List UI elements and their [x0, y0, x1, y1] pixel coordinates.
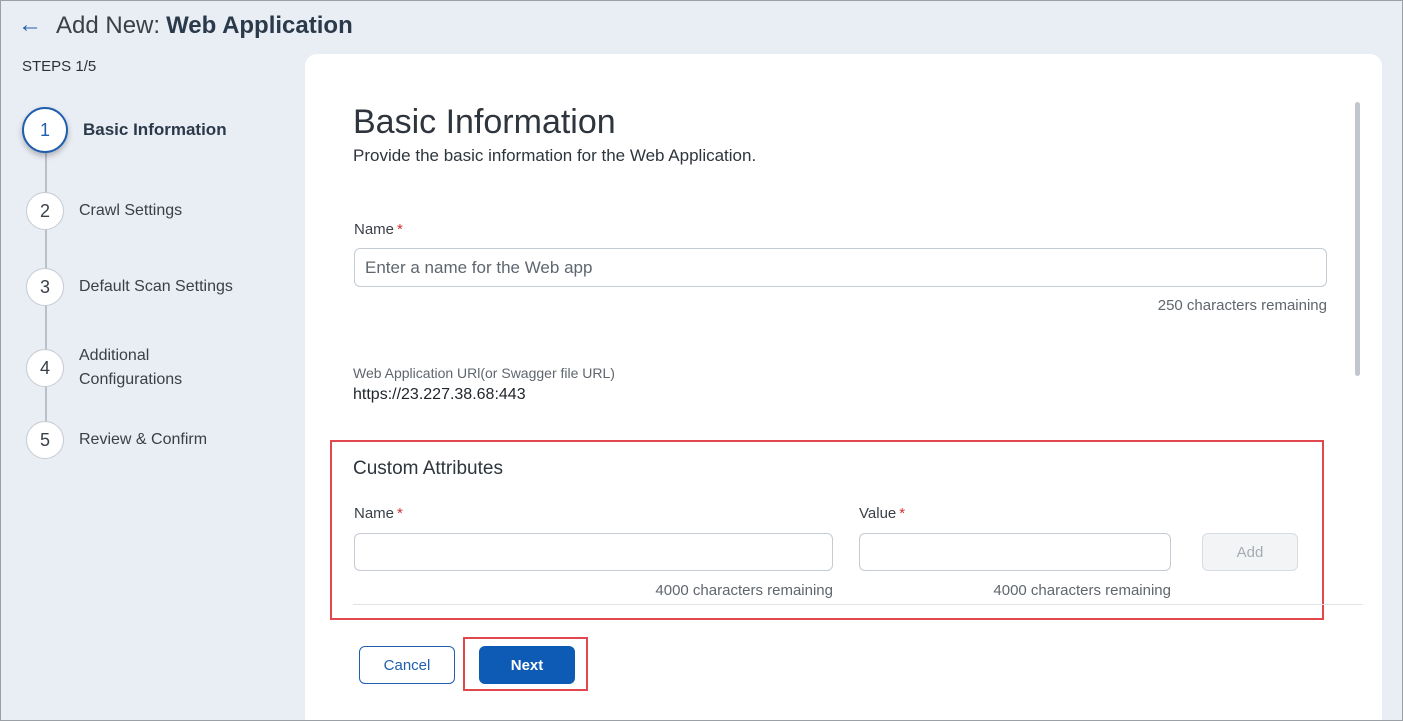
page-title-prefix: Add New:	[56, 12, 161, 39]
step-review-confirm[interactable]: 5 Review & Confirm	[26, 421, 207, 459]
scrollbar[interactable]	[1355, 102, 1360, 376]
step-number: 5	[26, 421, 64, 459]
url-value: https://23.227.38.68:443	[353, 386, 526, 403]
name-input[interactable]	[354, 248, 1327, 287]
attribute-value-input[interactable]	[859, 533, 1171, 571]
step-crawl-settings[interactable]: 2 Crawl Settings	[26, 192, 182, 230]
name-char-counter: 250 characters remaining	[1157, 297, 1327, 314]
name-label-text: Name	[354, 221, 395, 238]
section-title: Basic Information	[353, 103, 616, 141]
required-mark: *	[397, 221, 403, 238]
back-arrow-icon[interactable]: ←	[18, 10, 46, 40]
footer-divider	[353, 604, 1363, 605]
attribute-name-char-counter: 4000 characters remaining	[655, 582, 833, 599]
attribute-value-label: Value *	[859, 505, 905, 522]
step-number: 3	[26, 268, 64, 306]
steps-counter: STEPS 1/5	[22, 58, 97, 75]
attribute-name-label-text: Name	[354, 505, 395, 522]
page-title-entity: Web Application	[166, 12, 353, 39]
step-basic-information[interactable]: 1 Basic Information	[22, 107, 227, 153]
section-subtitle: Provide the basic information for the We…	[353, 146, 757, 165]
step-label: Additional Configurations	[79, 347, 183, 388]
required-mark: *	[899, 505, 906, 522]
url-label: Web Application URl(or Swagger file URL)	[353, 365, 615, 381]
attribute-name-label: Name *	[354, 505, 403, 522]
attribute-value-label-text: Value	[859, 505, 897, 522]
step-label: Basic Information	[83, 120, 227, 139]
required-mark: *	[397, 505, 403, 522]
page-title: Add New: Web Application	[56, 12, 353, 40]
add-attribute-button[interactable]: Add	[1202, 533, 1298, 571]
step-number: 2	[26, 192, 64, 230]
custom-attributes-title: Custom Attributes	[353, 458, 503, 479]
step-label: Crawl Settings	[79, 202, 183, 219]
step-additional-configurations[interactable]: 4 Additional Configurations	[26, 344, 209, 392]
cancel-button[interactable]: Cancel	[359, 646, 455, 684]
name-field-label: Name *	[354, 221, 403, 238]
step-default-scan-settings[interactable]: 3 Default Scan Settings	[26, 268, 233, 306]
step-number: 1	[22, 107, 68, 153]
attribute-value-char-counter: 4000 characters remaining	[993, 582, 1171, 599]
step-number: 4	[26, 349, 64, 387]
next-button[interactable]: Next	[479, 646, 575, 684]
attribute-name-input[interactable]	[354, 533, 833, 571]
step-label: Review & Confirm	[79, 431, 208, 448]
step-label: Default Scan Settings	[79, 278, 233, 295]
